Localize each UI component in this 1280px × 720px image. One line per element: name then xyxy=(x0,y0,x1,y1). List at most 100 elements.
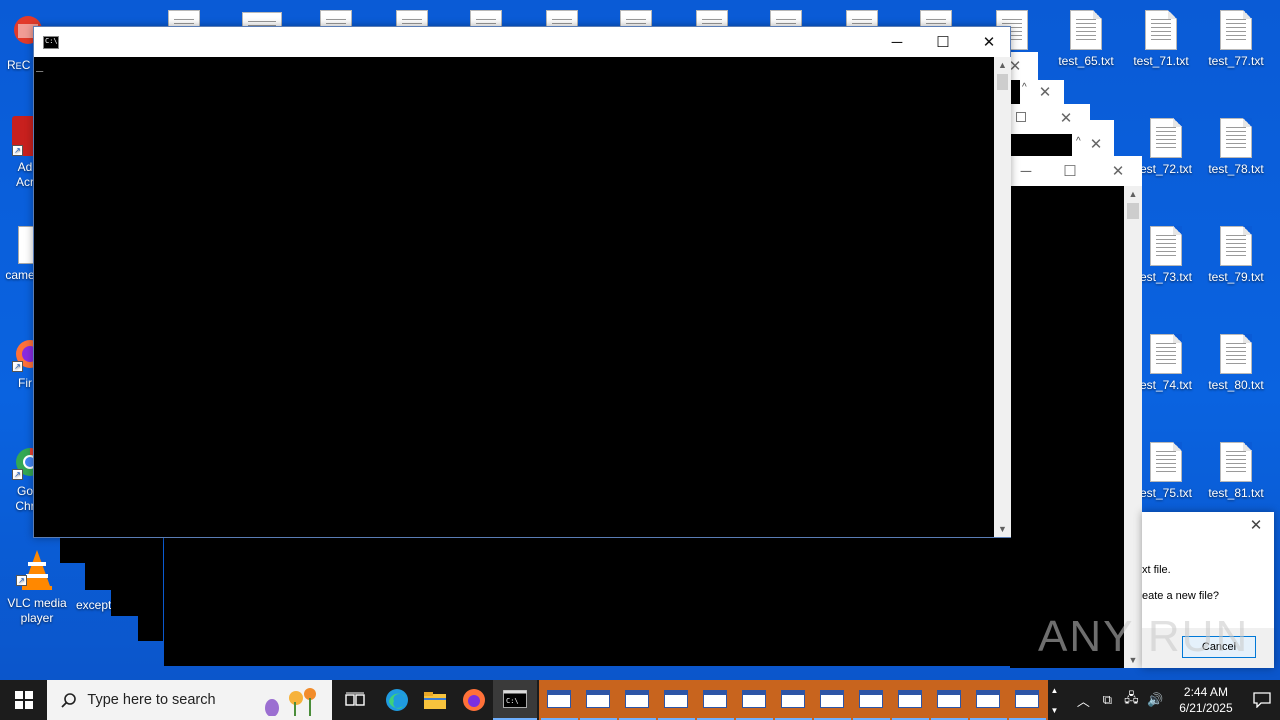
cmd-window[interactable]: C:\ ─ ☐ ✕ _ ▲ ▼ xyxy=(33,26,1011,538)
desktop-file-test-65[interactable]: test_65.txt xyxy=(1048,10,1124,69)
cmd-window-second[interactable]: ─ ☐ ✕ ▲ ▼ xyxy=(1010,156,1142,668)
taskbar-window-button[interactable] xyxy=(618,680,656,720)
file-explorer-taskbar-button[interactable] xyxy=(416,680,455,720)
scroll-down-icon[interactable]: ▼ xyxy=(994,521,1011,537)
scroll-thumb[interactable] xyxy=(997,74,1008,90)
anyrun-watermark: ANY RUN xyxy=(1038,612,1250,661)
scroll-up-icon[interactable]: ^ xyxy=(1022,82,1027,93)
dialog-message-line2: eate a new file? xyxy=(1142,590,1220,602)
taskbar-search-box[interactable]: Type here to search xyxy=(47,680,333,720)
minimize-icon[interactable]: ─ xyxy=(1010,156,1042,186)
vlc-icon: ↗ xyxy=(16,548,54,592)
task-view-button[interactable] xyxy=(332,680,377,720)
desktop-icon-label: except xyxy=(76,598,112,612)
close-icon[interactable]: ✕ xyxy=(1100,156,1136,186)
scroll-up-icon[interactable]: ^ xyxy=(1076,136,1081,147)
cmd-window-back-fragment: ✕ xyxy=(1086,120,1114,156)
chevron-down-icon[interactable]: ▼ xyxy=(1051,706,1059,715)
text-file-icon xyxy=(1220,10,1252,50)
desktop-file-test-81[interactable]: test_81.txt xyxy=(1198,442,1274,501)
console-fragment xyxy=(138,614,163,641)
file-label: test_65.txt xyxy=(1058,54,1114,68)
console-area[interactable] xyxy=(1010,186,1124,668)
taskbar-window-button[interactable] xyxy=(540,680,578,720)
file-label: est_73.txt xyxy=(1139,270,1193,284)
console-fragment xyxy=(1010,80,1020,104)
close-button[interactable]: ✕ xyxy=(966,27,1012,57)
close-icon[interactable]: ✕ xyxy=(1054,104,1078,132)
maximize-icon[interactable]: ☐ xyxy=(1052,156,1088,186)
window-icon xyxy=(586,690,611,708)
desktop-file-test-71[interactable]: test_71.txt xyxy=(1123,10,1199,69)
volume-icon[interactable]: 🔊 xyxy=(1143,692,1167,708)
windows-logo-icon xyxy=(14,691,33,709)
text-file-icon xyxy=(1070,10,1102,50)
window-icon xyxy=(625,690,650,708)
taskbar-window-button[interactable] xyxy=(735,680,773,720)
taskbar-scroll[interactable]: ▲ ▼ xyxy=(1048,680,1062,720)
taskbar-window-button[interactable] xyxy=(930,680,968,720)
window-icon xyxy=(859,690,884,708)
window-icon xyxy=(664,690,689,708)
minimize-button[interactable]: ─ xyxy=(874,27,920,57)
search-icon xyxy=(61,693,77,708)
vertical-scrollbar[interactable]: ▲ ▼ xyxy=(994,57,1011,537)
taskbar-window-group xyxy=(538,680,1048,720)
cmd-window-back[interactable]: ✕ ^ xyxy=(1010,104,1090,158)
text-file-icon xyxy=(1220,226,1252,266)
taskbar-window-button[interactable] xyxy=(1008,680,1046,720)
taskbar-window-button[interactable] xyxy=(852,680,890,720)
edge-icon xyxy=(385,689,408,711)
cmd-taskbar-button[interactable]: C:\ xyxy=(493,680,537,720)
maximize-button[interactable]: ☐ xyxy=(920,27,966,57)
maximize-icon[interactable] xyxy=(1016,112,1026,122)
taskbar-window-button[interactable] xyxy=(774,680,812,720)
meet-now-icon[interactable]: ⧉ xyxy=(1095,692,1119,708)
taskbar-window-button[interactable] xyxy=(891,680,929,720)
desktop-file-test-78[interactable]: test_78.txt xyxy=(1198,118,1274,177)
notification-icon xyxy=(1253,692,1271,708)
scroll-thumb[interactable] xyxy=(1127,203,1139,219)
text-file-icon xyxy=(1220,442,1252,482)
window-icon xyxy=(937,690,962,708)
scroll-up-icon[interactable]: ▲ xyxy=(994,57,1011,73)
desktop-file-test-79[interactable]: test_79.txt xyxy=(1198,226,1274,285)
window-icon xyxy=(898,690,923,708)
desktop-file-test-77[interactable]: test_77.txt xyxy=(1198,10,1274,69)
console-fragment xyxy=(60,536,112,563)
shortcut-arrow-icon: ↗ xyxy=(12,145,23,156)
scroll-up-icon[interactable]: ▲ xyxy=(1124,186,1142,202)
firefox-taskbar-button[interactable] xyxy=(455,680,494,720)
taskbar-window-button[interactable] xyxy=(969,680,1007,720)
start-button[interactable] xyxy=(0,680,47,720)
close-icon[interactable]: ✕ xyxy=(1034,80,1056,104)
notification-center-button[interactable] xyxy=(1244,680,1280,720)
taskbar-window-button[interactable] xyxy=(579,680,617,720)
search-placeholder: Type here to search xyxy=(87,692,216,708)
taskbar-window-button[interactable] xyxy=(657,680,695,720)
shortcut-arrow-icon: ↗ xyxy=(12,361,23,372)
window-icon xyxy=(820,690,845,708)
show-hidden-icons-chevron-icon[interactable]: ︿ xyxy=(1071,691,1095,710)
cmd-window-back[interactable]: ✕ ^ xyxy=(1010,80,1064,106)
close-icon[interactable]: ✕ xyxy=(1240,512,1272,538)
taskbar-window-button[interactable] xyxy=(696,680,734,720)
taskbar-clock[interactable]: 2:44 AM 6/21/2025 xyxy=(1167,684,1244,716)
console-area[interactable]: _ xyxy=(34,57,994,537)
close-icon[interactable]: ✕ xyxy=(1086,132,1106,156)
title-bar[interactable]: C:\ ─ ☐ ✕ xyxy=(34,27,1010,57)
desktop-icon-exception[interactable]: except xyxy=(76,598,116,613)
edge-taskbar-button[interactable] xyxy=(378,680,417,720)
vertical-scrollbar[interactable]: ▲ ▼ xyxy=(1124,186,1142,668)
search-highlight-flowers-icon xyxy=(256,684,326,717)
window-icon xyxy=(1015,690,1040,708)
file-label: est_74.txt xyxy=(1139,378,1193,392)
shortcut-arrow-icon: ↗ xyxy=(16,575,27,586)
chevron-up-icon[interactable]: ▲ xyxy=(1051,686,1059,695)
network-icon[interactable]: 🖧 xyxy=(1119,689,1143,711)
clock-date: 6/21/2025 xyxy=(1179,701,1233,715)
desktop-file-test-80[interactable]: test_80.txt xyxy=(1198,334,1274,393)
taskbar-window-button[interactable] xyxy=(813,680,851,720)
firefox-icon xyxy=(462,689,485,711)
folder-icon xyxy=(424,692,447,709)
